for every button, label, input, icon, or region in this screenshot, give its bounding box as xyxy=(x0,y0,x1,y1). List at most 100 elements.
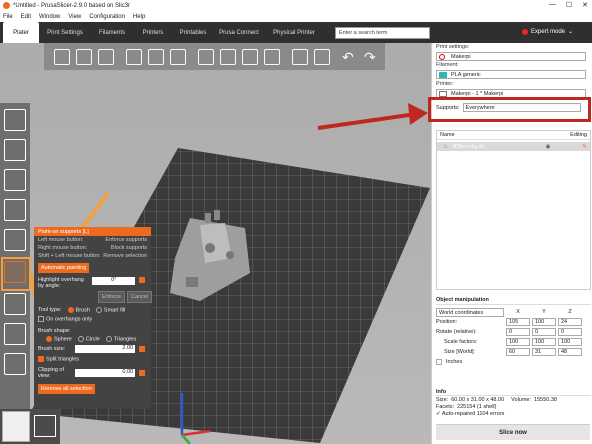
size-x-input[interactable]: 60 xyxy=(506,348,530,356)
tab-printers[interactable]: Printers xyxy=(133,22,173,43)
menu-edit[interactable]: Edit xyxy=(21,14,31,20)
menu-help[interactable]: Help xyxy=(133,14,145,20)
print-profile-select[interactable]: Makerpi xyxy=(436,52,586,61)
delete-all-icon[interactable] xyxy=(98,48,114,65)
remove-instance-icon[interactable] xyxy=(220,48,236,65)
menu-file[interactable]: File xyxy=(3,14,13,20)
seam-painting-icon[interactable] xyxy=(4,293,26,315)
tool-brush-radio[interactable]: Brush xyxy=(67,307,90,313)
scale-z-input[interactable]: 100 xyxy=(558,338,582,346)
coordinate-system-select[interactable]: World coordinates xyxy=(436,307,504,317)
edit-value-icon[interactable] xyxy=(139,346,145,353)
size-y-input[interactable]: 31 xyxy=(532,348,556,356)
cut-icon[interactable] xyxy=(4,229,26,251)
position-x-input[interactable]: 105 xyxy=(506,318,530,326)
add-icon[interactable] xyxy=(54,48,70,65)
shape-triangles-radio[interactable]: Triangles xyxy=(105,335,136,342)
tool-smart-fill-radio[interactable]: Smart fill xyxy=(95,307,125,313)
move-icon[interactable] xyxy=(4,109,26,131)
search-icon[interactable] xyxy=(314,48,330,65)
inches-checkbox[interactable]: Inches xyxy=(436,357,591,367)
menu-configuration[interactable]: Configuration xyxy=(89,14,125,20)
angle-slider[interactable]: 0° xyxy=(92,277,136,285)
redo-icon[interactable]: ↷ xyxy=(364,49,380,65)
object-list: Name Editing ⚠ 3DBenchy.stl ◉ ✎ xyxy=(436,130,591,290)
3d-view-icon[interactable] xyxy=(2,411,30,442)
menu-bar: File Edit Window View Configuration Help xyxy=(0,11,592,22)
printer-label: Printer: xyxy=(436,81,454,87)
tab-print-settings[interactable]: Print Settings xyxy=(39,22,91,43)
rotate-z-input[interactable]: 0 xyxy=(558,328,582,336)
scale-icon[interactable] xyxy=(4,139,26,161)
brush-shape-label: Brush shape: xyxy=(38,327,71,334)
info-facets-value: 225154 (1 shell) xyxy=(457,404,497,410)
clipping-slider[interactable]: 0.00 xyxy=(74,368,136,377)
menu-view[interactable]: View xyxy=(68,14,81,20)
tool-type-label: Tool type: xyxy=(38,307,62,314)
list-header-name: Name xyxy=(440,132,455,138)
paste-icon[interactable] xyxy=(170,48,186,65)
close-button[interactable]: ✕ xyxy=(582,1,588,9)
slice-now-button[interactable]: Slice now xyxy=(436,424,590,440)
add-instance-icon[interactable] xyxy=(198,48,214,65)
shape-circle-radio[interactable]: Circle xyxy=(77,335,100,342)
menu-window[interactable]: Window xyxy=(39,14,60,20)
split-objects-icon[interactable] xyxy=(242,48,258,65)
enforce-button[interactable]: Enforce xyxy=(98,291,125,303)
eye-icon[interactable]: ◉ xyxy=(546,144,551,150)
scale-x-input[interactable]: 100 xyxy=(506,338,530,346)
search-input[interactable]: Enter a search term xyxy=(335,27,430,39)
copy-icon[interactable] xyxy=(148,48,164,65)
tab-prusa-connect[interactable]: Prusa Connect xyxy=(213,22,265,43)
info-volume-value: 15550.38 xyxy=(534,397,557,403)
edit-value-icon[interactable] xyxy=(139,277,145,283)
layers-editing-icon[interactable] xyxy=(292,48,308,65)
place-on-face-icon[interactable] xyxy=(4,199,26,221)
filament-color-swatch xyxy=(439,72,447,78)
size-z-input[interactable]: 48 xyxy=(558,348,582,356)
panel-header: Paint-on supports [L] xyxy=(34,227,151,236)
undo-icon[interactable]: ↶ xyxy=(342,49,358,65)
tab-bar: Plater Print Settings Filaments Printers… xyxy=(0,22,592,43)
arrange-icon[interactable] xyxy=(126,48,142,65)
rotate-label: Rotate (relative): xyxy=(436,329,477,335)
position-z-input[interactable]: 24 xyxy=(558,318,582,326)
mode-selector[interactable]: Expert mode ⌄ xyxy=(522,28,573,35)
edit-value-icon[interactable] xyxy=(139,369,145,376)
scale-y-input[interactable]: 100 xyxy=(532,338,556,346)
mmu-painting-icon[interactable] xyxy=(4,353,26,375)
y-axis xyxy=(181,434,191,444)
tab-plater[interactable]: Plater xyxy=(3,22,39,43)
hint-row: Left mouse button: Enforce supports xyxy=(38,237,147,243)
tab-printables[interactable]: Printables xyxy=(173,22,213,43)
position-y-input[interactable]: 100 xyxy=(532,318,556,326)
maximize-button[interactable]: ☐ xyxy=(566,1,572,9)
preview-icon[interactable] xyxy=(34,415,56,437)
rotate-x-input[interactable]: 0 xyxy=(506,328,530,336)
object-list-item[interactable]: ⚠ 3DBenchy.stl ◉ ✎ xyxy=(437,142,590,151)
scale-label: Scale factors: xyxy=(444,339,478,345)
profile-icon xyxy=(439,54,445,60)
on-overhangs-only-checkbox[interactable]: On overhangs only xyxy=(34,315,151,323)
split-parts-icon[interactable] xyxy=(264,48,280,65)
delete-icon[interactable] xyxy=(76,48,92,65)
chevron-down-icon: ⌄ xyxy=(568,29,574,35)
brush-size-label: Brush size: xyxy=(38,346,66,353)
edit-icon[interactable]: ✎ xyxy=(582,144,587,150)
automatic-painting-button[interactable]: Automatic painting xyxy=(38,263,90,273)
split-triangles-checkbox[interactable]: Split triangles xyxy=(34,355,151,363)
minimize-button[interactable]: — xyxy=(549,1,556,9)
fdm-supports-icon[interactable] xyxy=(4,323,26,345)
prusaslicer-logo-icon xyxy=(3,2,10,9)
filament-profile-select[interactable]: PLA generic xyxy=(436,70,586,79)
tab-filaments[interactable]: Filaments xyxy=(91,22,133,43)
print-settings-label: Print settings: xyxy=(436,44,470,50)
cancel-button[interactable]: Cancel xyxy=(126,291,153,303)
rotate-y-input[interactable]: 0 xyxy=(532,328,556,336)
tab-physical-printer[interactable]: Physical Printer xyxy=(265,22,323,43)
rotate-icon[interactable] xyxy=(4,169,26,191)
info-size-label: Size: xyxy=(436,397,449,403)
remove-all-selection-button[interactable]: Remove all selection xyxy=(38,383,95,394)
shape-sphere-radio[interactable]: Sphere xyxy=(46,335,72,342)
brush-size-slider[interactable]: 2.00 xyxy=(74,345,136,354)
